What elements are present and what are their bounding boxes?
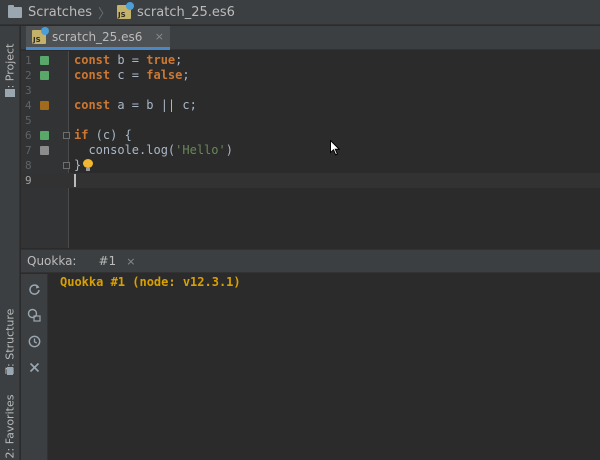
coverage-marker-gray: [40, 146, 49, 155]
code-line[interactable]: 7 console.log('Hello'): [21, 143, 600, 158]
lightbulb-icon[interactable]: [83, 159, 93, 171]
line-number: 1: [25, 54, 32, 67]
editor-tab-label: scratch_25.es6: [52, 29, 143, 44]
coverage-marker-partial: [40, 101, 49, 110]
code-line[interactable]: 3: [21, 83, 600, 98]
coverage-marker-green: [40, 71, 49, 80]
line-number: 3: [25, 84, 32, 97]
line-number: 7: [25, 144, 32, 157]
clock-icon[interactable]: [27, 334, 41, 348]
quokka-panel-header: Quokka: #1 ×: [21, 249, 600, 273]
breadcrumb-scratches[interactable]: Scratches: [28, 5, 92, 20]
code-line[interactable]: 8 }: [21, 158, 600, 173]
code-text: }: [74, 158, 82, 172]
project-folder-icon: [5, 89, 15, 97]
breadcrumb-file[interactable]: scratch_25.es6: [137, 5, 235, 20]
quokka-panel-title: Quokka:: [27, 254, 77, 268]
code-text: const a = b || c;: [74, 98, 197, 112]
code-line[interactable]: 1 const b = true;: [21, 53, 600, 68]
tool-tab-project-label: 1: Project: [3, 43, 17, 95]
line-number: 5: [25, 114, 32, 127]
code-text: console.log('Hello'): [74, 143, 233, 157]
navigation-bar: Scratches 〉 JS scratch_25.es6: [0, 0, 600, 25]
fold-end-icon[interactable]: [63, 162, 70, 169]
breadcrumb-separator: 〉: [97, 6, 111, 22]
close-icon[interactable]: [27, 360, 41, 374]
tool-tab-structure-label: Z: Structure: [3, 308, 17, 374]
close-tab-icon[interactable]: ×: [155, 30, 164, 43]
editor-tab-bar: JS scratch_25.es6 ×: [21, 26, 600, 50]
quokka-output-line: Quokka #1 (node: v12.3.1): [60, 275, 241, 289]
code-line[interactable]: 6 if (c) {: [21, 128, 600, 143]
code-text: if (c) {: [74, 128, 132, 142]
mouse-pointer-icon: [330, 140, 340, 156]
code-text: const c = false;: [74, 68, 190, 82]
coverage-marker-green: [40, 56, 49, 65]
quokka-toolbar: [21, 274, 48, 460]
log-search-icon[interactable]: [27, 308, 41, 322]
line-number: 8: [25, 159, 32, 172]
code-line-current[interactable]: 9: [21, 173, 600, 188]
text-caret: [74, 174, 76, 187]
line-number: 9: [25, 174, 32, 187]
quokka-tab-label: #1: [98, 254, 117, 268]
quokka-tab[interactable]: #1 ×: [94, 250, 139, 272]
refresh-icon[interactable]: [27, 282, 41, 296]
coverage-marker-green: [40, 131, 49, 140]
code-line[interactable]: 5: [21, 113, 600, 128]
left-tool-stripe: 1: Project Z: Structure 2: Favorites: [0, 26, 20, 460]
line-number: 4: [25, 99, 32, 112]
editor-tab-scratch[interactable]: JS scratch_25.es6 ×: [26, 26, 170, 50]
line-number: 6: [25, 129, 32, 142]
code-text: const b = true;: [74, 53, 183, 67]
code-line[interactable]: 4 const a = b || c;: [21, 98, 600, 113]
tool-tab-favorites-label: 2: Favorites: [3, 394, 17, 458]
fold-toggle-icon[interactable]: [63, 132, 70, 139]
line-number: 2: [25, 69, 32, 82]
js-file-icon: JS: [116, 2, 134, 19]
code-line[interactable]: 2 const c = false;: [21, 68, 600, 83]
quokka-output-panel[interactable]: Quokka #1 (node: v12.3.1): [49, 274, 600, 460]
tool-tab-favorites[interactable]: 2: Favorites: [0, 392, 20, 460]
folder-icon: [8, 4, 22, 18]
code-editor[interactable]: 1 const b = true; 2 const c = false; 3 4…: [21, 51, 600, 248]
js-file-icon: JS: [32, 26, 49, 44]
close-tab-icon[interactable]: ×: [126, 255, 135, 268]
structure-icon: [7, 367, 13, 375]
